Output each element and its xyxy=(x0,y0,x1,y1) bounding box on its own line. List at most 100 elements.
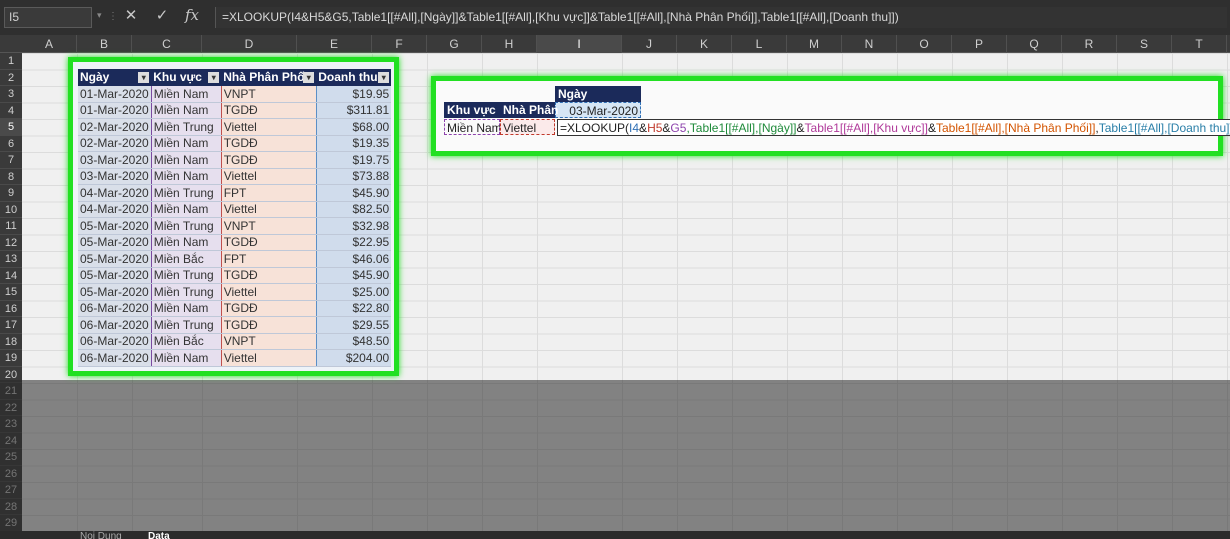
row-header[interactable]: 15 xyxy=(0,284,22,301)
table-cell[interactable]: VNPT xyxy=(221,85,317,103)
row-header[interactable]: 13 xyxy=(0,251,22,268)
row-header[interactable]: 10 xyxy=(0,202,22,218)
row-header[interactable]: 2 xyxy=(0,70,22,86)
table-cell[interactable]: Miền Nam xyxy=(151,85,222,103)
table-cell[interactable]: 06-Mar-2020 xyxy=(78,333,152,350)
table-cell[interactable]: 06-Mar-2020 xyxy=(78,300,152,317)
column-header-m[interactable]: M xyxy=(787,35,842,53)
row-header[interactable]: 21 xyxy=(0,383,22,400)
column-header-a[interactable]: A xyxy=(22,35,77,53)
table-cell[interactable]: 05-Mar-2020 xyxy=(78,250,152,268)
lookup-khu-vuc-header[interactable]: Khu vực xyxy=(444,102,500,118)
table-cell[interactable]: $22.95 xyxy=(316,234,392,251)
table-cell[interactable]: $19.95 xyxy=(316,85,392,103)
table-cell[interactable]: TGDĐ xyxy=(221,151,317,169)
filter-dropdown-icon[interactable]: ▾ xyxy=(303,72,315,83)
lookup-khu-vuc-value[interactable]: Miền Nam xyxy=(444,119,502,135)
table-cell[interactable]: Miền Trung xyxy=(151,118,222,136)
row-header[interactable]: 12 xyxy=(0,235,22,251)
lookup-ngay-header[interactable]: Ngày xyxy=(555,86,641,102)
table-cell[interactable]: FPT xyxy=(221,250,317,268)
table-cell[interactable]: $32.98 xyxy=(316,217,392,235)
column-header-q[interactable]: Q xyxy=(1007,35,1062,53)
column-header-d[interactable]: D xyxy=(202,35,297,53)
column-header-h[interactable]: H xyxy=(482,35,537,53)
column-header-p[interactable]: P xyxy=(952,35,1007,53)
column-header-s[interactable]: S xyxy=(1117,35,1172,53)
sheet-tab-data[interactable]: Data xyxy=(148,531,170,539)
row-header[interactable]: 1 xyxy=(0,53,22,70)
row-header[interactable]: 20 xyxy=(0,367,22,383)
row-header[interactable]: 24 xyxy=(0,433,22,449)
filter-dropdown-icon[interactable]: ▾ xyxy=(378,72,390,83)
table-cell[interactable]: 01-Mar-2020 xyxy=(78,102,152,119)
column-header-b[interactable]: B xyxy=(77,35,132,53)
row-header[interactable]: 17 xyxy=(0,317,22,334)
table-cell[interactable]: Miền Nam xyxy=(151,151,222,169)
row-header[interactable]: 22 xyxy=(0,400,22,416)
fx-icon[interactable]: fx xyxy=(181,6,203,24)
table-cell[interactable]: Viettel xyxy=(221,118,317,136)
table-cell[interactable]: Miền Nam xyxy=(151,349,222,367)
column-header-n[interactable]: N xyxy=(842,35,897,53)
table-cell[interactable]: $25.00 xyxy=(316,283,392,301)
table-cell[interactable]: $19.35 xyxy=(316,135,392,152)
table-cell[interactable]: $45.90 xyxy=(316,184,392,202)
table-cell[interactable]: Viettel xyxy=(221,349,317,367)
table-cell[interactable]: 06-Mar-2020 xyxy=(78,349,152,367)
row-header[interactable]: 25 xyxy=(0,449,22,466)
column-header-k[interactable]: K xyxy=(677,35,732,53)
close-icon[interactable]: ✕ xyxy=(120,6,142,24)
lookup-nha-phan-value[interactable]: Viettel xyxy=(500,119,555,135)
header-ngay[interactable]: Ngày ▾ xyxy=(78,69,152,86)
row-header[interactable]: 23 xyxy=(0,416,22,433)
check-icon[interactable]: ✓ xyxy=(151,6,173,24)
row-header[interactable]: 8 xyxy=(0,169,22,185)
column-header-l[interactable]: L xyxy=(732,35,787,53)
table-cell[interactable]: 06-Mar-2020 xyxy=(78,316,152,334)
lookup-nha-phan-header[interactable]: Nhà Phân xyxy=(500,102,558,118)
table-cell[interactable]: Miền Trung xyxy=(151,316,222,334)
table-cell[interactable]: $46.06 xyxy=(316,250,392,268)
row-header[interactable]: 16 xyxy=(0,301,22,317)
table-cell[interactable]: Miền Nam xyxy=(151,102,222,119)
table-cell[interactable]: 04-Mar-2020 xyxy=(78,201,152,218)
column-header-j[interactable]: J xyxy=(622,35,677,53)
table-cell[interactable]: 03-Mar-2020 xyxy=(78,168,152,185)
column-header-t[interactable]: T xyxy=(1172,35,1227,53)
table-cell[interactable]: VNPT xyxy=(221,217,317,235)
column-header-g[interactable]: G xyxy=(427,35,482,53)
row-header[interactable]: 27 xyxy=(0,482,22,499)
column-header-e[interactable]: E xyxy=(297,35,372,53)
row-header[interactable]: 4 xyxy=(0,103,22,119)
row-header[interactable]: 7 xyxy=(0,152,22,169)
table-cell[interactable]: Viettel xyxy=(221,168,317,185)
row-header[interactable]: 11 xyxy=(0,218,22,235)
table-cell[interactable]: $48.50 xyxy=(316,333,392,350)
table-cell[interactable]: 05-Mar-2020 xyxy=(78,267,152,284)
table-cell[interactable]: 04-Mar-2020 xyxy=(78,184,152,202)
table-cell[interactable]: 02-Mar-2020 xyxy=(78,135,152,152)
row-header[interactable]: 6 xyxy=(0,136,22,152)
table-cell[interactable]: TGDĐ xyxy=(221,234,317,251)
table-cell[interactable]: 02-Mar-2020 xyxy=(78,118,152,136)
table-cell[interactable]: $29.55 xyxy=(316,316,392,334)
column-header-c[interactable]: C xyxy=(132,35,202,53)
table-cell[interactable]: TGDĐ xyxy=(221,267,317,284)
table-cell[interactable]: TGDĐ xyxy=(221,300,317,317)
row-header[interactable]: 5 xyxy=(0,119,22,136)
table-cell[interactable]: $22.80 xyxy=(316,300,392,317)
table-cell[interactable]: 01-Mar-2020 xyxy=(78,85,152,103)
header-khu-vuc[interactable]: Khu vực ▾ xyxy=(151,69,222,86)
row-header[interactable]: 28 xyxy=(0,499,22,515)
filter-dropdown-icon[interactable]: ▾ xyxy=(138,72,150,83)
table-cell[interactable]: Miền Nam xyxy=(151,300,222,317)
table-cell[interactable]: Miền Trung xyxy=(151,217,222,235)
table-cell[interactable]: Miền Nam xyxy=(151,201,222,218)
table-cell[interactable]: TGDĐ xyxy=(221,316,317,334)
row-header[interactable]: 29 xyxy=(0,515,22,532)
row-header[interactable]: 9 xyxy=(0,185,22,202)
table-cell[interactable]: Miền Nam xyxy=(151,135,222,152)
column-header-i[interactable]: I xyxy=(537,35,622,53)
header-doanh-thu[interactable]: Doanh thu ▾ xyxy=(316,69,392,86)
